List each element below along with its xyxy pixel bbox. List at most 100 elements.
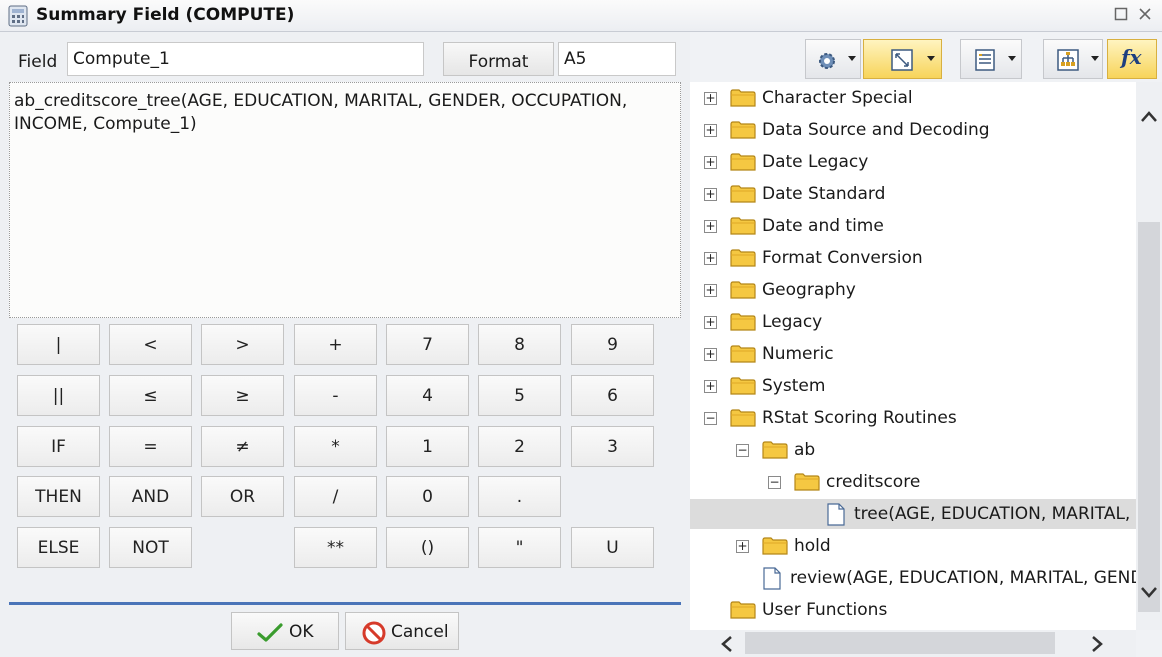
- tree-folder-item[interactable]: + Date Standard: [690, 179, 1136, 209]
- tree-view-icon: [1057, 49, 1079, 71]
- function-file-icon: [763, 567, 781, 590]
- fit-dropdown-button[interactable]: [863, 39, 942, 79]
- keypad-key[interactable]: ≥: [201, 375, 284, 416]
- keypad-key[interactable]: /: [294, 476, 377, 517]
- tree-folder-item[interactable]: + System: [690, 371, 1136, 401]
- tree-function-item[interactable]: tree(AGE, EDUCATION, MARITAL, GENDER, OC…: [690, 499, 1136, 529]
- keypad-key[interactable]: (): [386, 527, 469, 568]
- keypad-key[interactable]: 0: [386, 476, 469, 517]
- expand-icon[interactable]: +: [704, 252, 717, 265]
- keypad-key[interactable]: ": [478, 527, 561, 568]
- keypad-key[interactable]: =: [109, 426, 192, 467]
- folder-icon: [730, 377, 756, 395]
- keypad-key[interactable]: U: [571, 527, 654, 568]
- restore-icon[interactable]: [1112, 7, 1130, 25]
- function-button[interactable]: fx: [1107, 39, 1157, 79]
- expand-icon[interactable]: +: [704, 124, 717, 137]
- tree-folder-item[interactable]: + Character Special: [690, 83, 1136, 113]
- list-view-dropdown-button[interactable]: [960, 39, 1022, 79]
- keypad-key[interactable]: 8: [478, 324, 561, 365]
- expand-icon[interactable]: +: [704, 188, 717, 201]
- expand-icon[interactable]: +: [704, 316, 717, 329]
- scroll-left-icon[interactable]: [720, 635, 734, 653]
- expression-textarea[interactable]: ab_creditscore_tree(AGE, EDUCATION, MARI…: [9, 82, 681, 318]
- scroll-up-icon[interactable]: [1140, 110, 1158, 124]
- tree-folder-item[interactable]: + Format Conversion: [690, 243, 1136, 273]
- expand-icon[interactable]: +: [704, 380, 717, 393]
- keypad-key[interactable]: +: [294, 324, 377, 365]
- keypad-key[interactable]: OR: [201, 476, 284, 517]
- tree-folder-item[interactable]: + Data Source and Decoding: [690, 115, 1136, 145]
- keypad-key[interactable]: THEN: [17, 476, 100, 517]
- settings-dropdown-button[interactable]: [805, 39, 861, 79]
- fit-icon: [891, 49, 913, 71]
- scroll-down-icon[interactable]: [1140, 585, 1158, 599]
- format-input[interactable]: A5: [558, 42, 676, 76]
- scroll-right-icon[interactable]: [1090, 635, 1104, 653]
- window-title: Summary Field (COMPUTE): [36, 5, 295, 25]
- tree-folder-item[interactable]: − creditscore: [690, 467, 1136, 497]
- expand-icon[interactable]: +: [704, 220, 717, 233]
- tree-folder-item[interactable]: + Date Legacy: [690, 147, 1136, 177]
- tree-folder-item[interactable]: + hold: [690, 531, 1136, 561]
- keypad-key[interactable]: |: [17, 324, 100, 365]
- keypad-key[interactable]: .: [478, 476, 561, 517]
- collapse-icon[interactable]: −: [768, 476, 781, 489]
- keypad-key[interactable]: ≠: [201, 426, 284, 467]
- format-button[interactable]: Format: [443, 42, 554, 76]
- list-view-icon: [975, 49, 995, 71]
- keypad-key[interactable]: ||: [17, 375, 100, 416]
- keypad-key[interactable]: -: [294, 375, 377, 416]
- keypad-key[interactable]: 3: [571, 426, 654, 467]
- vertical-scrollbar[interactable]: [1136, 82, 1162, 630]
- keypad-key[interactable]: AND: [109, 476, 192, 517]
- tree-function-item[interactable]: review(AGE, EDUCATION, MARITAL, GENDER, …: [690, 563, 1136, 593]
- keypad-key[interactable]: *: [294, 426, 377, 467]
- keypad-key[interactable]: 5: [478, 375, 561, 416]
- keypad-key[interactable]: 6: [571, 375, 654, 416]
- tree-item-label: ab: [794, 440, 816, 460]
- expand-icon[interactable]: +: [704, 284, 717, 297]
- ok-label: OK: [289, 622, 314, 642]
- keypad-key[interactable]: 2: [478, 426, 561, 467]
- collapse-icon[interactable]: −: [736, 444, 749, 457]
- expand-icon[interactable]: +: [736, 540, 749, 553]
- calculator-icon: [8, 5, 28, 27]
- expand-icon[interactable]: +: [704, 92, 717, 105]
- keypad-key[interactable]: 9: [571, 324, 654, 365]
- cancel-button[interactable]: Cancel: [345, 612, 459, 650]
- keypad-key[interactable]: <: [109, 324, 192, 365]
- tree-folder-item[interactable]: − RStat Scoring Routines: [690, 403, 1136, 433]
- tree-view-dropdown-button[interactable]: [1043, 39, 1103, 79]
- tree-folder-item[interactable]: + Numeric: [690, 339, 1136, 369]
- tree-folder-item[interactable]: − ab: [690, 435, 1136, 465]
- vertical-scroll-thumb[interactable]: [1138, 222, 1160, 612]
- tree-folder-item[interactable]: User Functions: [690, 595, 1136, 625]
- keypad-key[interactable]: ≤: [109, 375, 192, 416]
- horizontal-scroll-thumb[interactable]: [745, 632, 1055, 654]
- collapse-icon[interactable]: −: [704, 412, 717, 425]
- tree-folder-item[interactable]: + Geography: [690, 275, 1136, 305]
- folder-icon: [730, 153, 756, 171]
- close-icon[interactable]: [1136, 7, 1154, 25]
- keypad-key[interactable]: ELSE: [17, 527, 100, 568]
- keypad-key[interactable]: 7: [386, 324, 469, 365]
- chevron-down-icon: [848, 56, 856, 61]
- function-tree: + Character Special + Data Source and Decod…: [690, 82, 1136, 630]
- keypad-key[interactable]: NOT: [109, 527, 192, 568]
- field-name-input[interactable]: Compute_1: [67, 42, 424, 76]
- horizontal-scrollbar[interactable]: [690, 630, 1136, 657]
- keypad-key[interactable]: 4: [386, 375, 469, 416]
- tree-folder-item[interactable]: + Legacy: [690, 307, 1136, 337]
- keypad-key[interactable]: IF: [17, 426, 100, 467]
- keypad-key[interactable]: 1: [386, 426, 469, 467]
- folder-icon: [762, 441, 788, 459]
- separator-line: [9, 602, 681, 605]
- expand-icon[interactable]: +: [704, 348, 717, 361]
- tree-item-label: Date and time: [762, 216, 884, 236]
- tree-folder-item[interactable]: + Date and time: [690, 211, 1136, 241]
- keypad-key[interactable]: >: [201, 324, 284, 365]
- keypad-key[interactable]: **: [294, 527, 377, 568]
- expand-icon[interactable]: +: [704, 156, 717, 169]
- ok-button[interactable]: OK: [231, 612, 339, 650]
